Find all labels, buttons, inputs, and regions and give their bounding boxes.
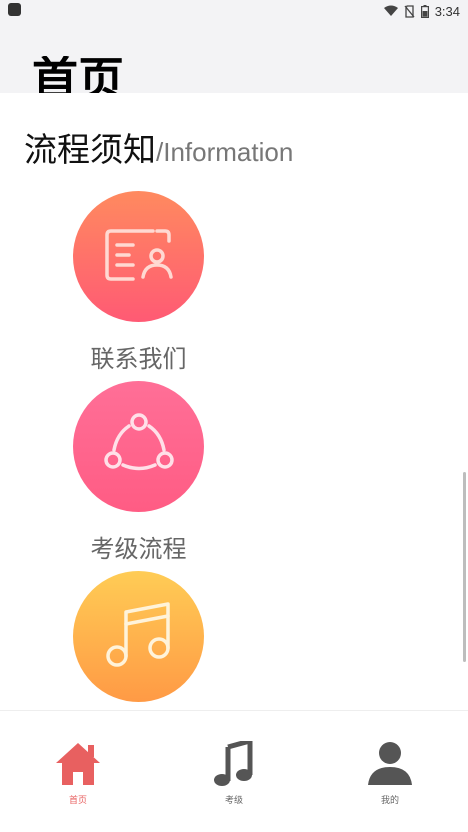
person-icon bbox=[368, 741, 412, 787]
tab-home[interactable]: 首页 bbox=[0, 711, 156, 832]
battery-icon bbox=[420, 4, 429, 18]
tab-exam[interactable]: 考级 bbox=[156, 711, 312, 832]
card-circle[interactable] bbox=[73, 191, 204, 322]
card-exam-process[interactable]: 考级流程 bbox=[73, 381, 204, 563]
status-left bbox=[8, 3, 21, 19]
bottom-tab-bar: 首页 考级 我的 bbox=[0, 710, 468, 832]
tab-label: 首页 bbox=[68, 796, 87, 806]
card-label: 考级流程 bbox=[90, 535, 187, 563]
section-title: 流程须知 /Information bbox=[24, 123, 293, 171]
music-note-icon bbox=[214, 741, 254, 787]
card-label: 联系我们 bbox=[90, 345, 187, 373]
tab-mine[interactable]: 我的 bbox=[312, 711, 468, 832]
no-sim-icon bbox=[404, 4, 415, 18]
status-bar: 3:34 bbox=[0, 0, 468, 22]
section-title-cn: 流程须知 bbox=[24, 130, 156, 169]
tab-label: 考级 bbox=[224, 796, 243, 806]
id-card-icon bbox=[103, 227, 175, 287]
app-icon bbox=[8, 3, 21, 16]
music-note-icon bbox=[104, 600, 174, 674]
content-panel[interactable]: 流程须知 /Information 联系我们 考级流程 bbox=[0, 93, 468, 710]
page-title: 首页 bbox=[32, 56, 124, 94]
wifi-icon bbox=[383, 5, 398, 17]
tab-label: 我的 bbox=[380, 796, 399, 806]
card-circle[interactable] bbox=[73, 571, 204, 702]
status-right: 3:34 bbox=[383, 3, 460, 19]
card-circle[interactable] bbox=[73, 381, 204, 512]
share-nodes-icon bbox=[103, 412, 175, 482]
card-contact-us[interactable]: 联系我们 bbox=[73, 191, 204, 373]
status-time: 3:34 bbox=[434, 3, 460, 19]
card-music[interactable] bbox=[73, 571, 204, 702]
home-icon bbox=[54, 741, 102, 787]
section-title-en: /Information bbox=[156, 137, 294, 167]
scroll-indicator[interactable] bbox=[463, 472, 466, 662]
